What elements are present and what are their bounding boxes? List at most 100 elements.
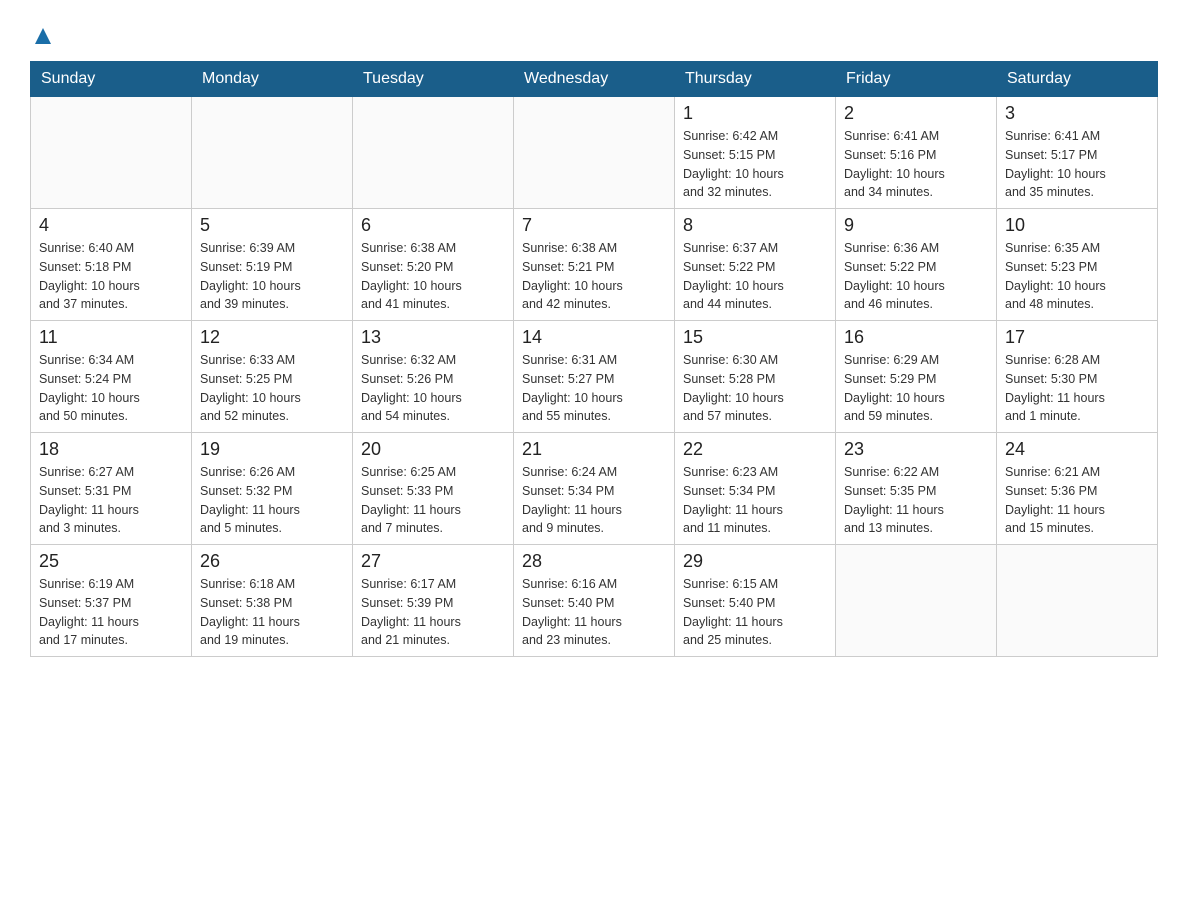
header-friday: Friday <box>836 62 997 97</box>
day-info: Sunrise: 6:42 AM Sunset: 5:15 PM Dayligh… <box>683 127 827 202</box>
day-number: 2 <box>844 103 988 124</box>
day-number: 20 <box>361 439 505 460</box>
calendar-cell: 9Sunrise: 6:36 AM Sunset: 5:22 PM Daylig… <box>836 209 997 321</box>
day-number: 7 <box>522 215 666 236</box>
calendar-cell: 27 Sunrise: 6:17 AM Sunset: 5:39 PM Dayli… <box>353 545 514 657</box>
calendar-week-row: 18 Sunrise: 6:27 AM Sunset: 5:31 PM Dayli… <box>31 433 1158 545</box>
calendar-cell <box>997 545 1158 657</box>
day-info: Sunrise: 6:38 AM Sunset: 5:20 PM Dayligh… <box>361 239 505 314</box>
day-number: 27 <box>361 551 505 572</box>
calendar-week-row: 11 Sunrise: 6:34 AM Sunset: 5:24 PM Dayli… <box>31 321 1158 433</box>
day-number: 11 <box>39 327 183 348</box>
day-info: Sunrise: 6:16 AM Sunset: 5:40 PM Dayligh… <box>522 575 666 650</box>
day-info: Sunrise: 6:19 AM Sunset: 5:37 PM Dayligh… <box>39 575 183 650</box>
day-info: Sunrise: 6:29 AM Sunset: 5:29 PM Dayligh… <box>844 351 988 426</box>
day-info: Sunrise: 6:31 AM Sunset: 5:27 PM Dayligh… <box>522 351 666 426</box>
calendar-cell: 6 Sunrise: 6:38 AM Sunset: 5:20 PM Daylig… <box>353 209 514 321</box>
day-info: Sunrise: 6:17 AM Sunset: 5:39 PM Dayligh… <box>361 575 505 650</box>
day-number: 18 <box>39 439 183 460</box>
day-number: 12 <box>200 327 344 348</box>
day-number: 13 <box>361 327 505 348</box>
day-info: Sunrise: 6:35 AM Sunset: 5:23 PM Dayligh… <box>1005 239 1149 314</box>
day-number: 6 <box>361 215 505 236</box>
calendar-cell: 7 Sunrise: 6:38 AM Sunset: 5:21 PM Daylig… <box>514 209 675 321</box>
day-info: Sunrise: 6:21 AM Sunset: 5:36 PM Dayligh… <box>1005 463 1149 538</box>
logo-triangle-icon <box>33 26 53 46</box>
day-info: Sunrise: 6:27 AM Sunset: 5:31 PM Dayligh… <box>39 463 183 538</box>
day-number: 9 <box>844 215 988 236</box>
day-number: 16 <box>844 327 988 348</box>
day-info: Sunrise: 6:37 AM Sunset: 5:22 PM Dayligh… <box>683 239 827 314</box>
calendar-cell: 15 Sunrise: 6:30 AM Sunset: 5:28 PM Dayli… <box>675 321 836 433</box>
day-number: 19 <box>200 439 344 460</box>
day-info: Sunrise: 6:30 AM Sunset: 5:28 PM Dayligh… <box>683 351 827 426</box>
day-info: Sunrise: 6:18 AM Sunset: 5:38 PM Dayligh… <box>200 575 344 650</box>
calendar-cell: 25 Sunrise: 6:19 AM Sunset: 5:37 PM Dayli… <box>31 545 192 657</box>
header-monday: Monday <box>192 62 353 97</box>
day-info: Sunrise: 6:34 AM Sunset: 5:24 PM Dayligh… <box>39 351 183 426</box>
day-number: 29 <box>683 551 827 572</box>
day-number: 22 <box>683 439 827 460</box>
day-number: 23 <box>844 439 988 460</box>
calendar-cell: 10Sunrise: 6:35 AM Sunset: 5:23 PM Dayli… <box>997 209 1158 321</box>
day-info: Sunrise: 6:25 AM Sunset: 5:33 PM Dayligh… <box>361 463 505 538</box>
header-wednesday: Wednesday <box>514 62 675 97</box>
day-info: Sunrise: 6:39 AM Sunset: 5:19 PM Dayligh… <box>200 239 344 314</box>
calendar-week-row: 4 Sunrise: 6:40 AM Sunset: 5:18 PM Daylig… <box>31 209 1158 321</box>
day-info: Sunrise: 6:28 AM Sunset: 5:30 PM Dayligh… <box>1005 351 1149 426</box>
calendar-cell: 28 Sunrise: 6:16 AM Sunset: 5:40 PM Dayli… <box>514 545 675 657</box>
calendar-cell <box>192 97 353 209</box>
day-number: 1 <box>683 103 827 124</box>
calendar-cell: 21Sunrise: 6:24 AM Sunset: 5:34 PM Dayli… <box>514 433 675 545</box>
day-number: 24 <box>1005 439 1149 460</box>
calendar-cell: 3 Sunrise: 6:41 AM Sunset: 5:17 PM Daylig… <box>997 97 1158 209</box>
day-info: Sunrise: 6:33 AM Sunset: 5:25 PM Dayligh… <box>200 351 344 426</box>
day-number: 4 <box>39 215 183 236</box>
day-number: 5 <box>200 215 344 236</box>
calendar-cell: 19 Sunrise: 6:26 AM Sunset: 5:32 PM Dayli… <box>192 433 353 545</box>
day-number: 14 <box>522 327 666 348</box>
calendar-cell <box>353 97 514 209</box>
day-info: Sunrise: 6:23 AM Sunset: 5:34 PM Dayligh… <box>683 463 827 538</box>
calendar-cell: 16 Sunrise: 6:29 AM Sunset: 5:29 PM Dayli… <box>836 321 997 433</box>
day-number: 25 <box>39 551 183 572</box>
day-info: Sunrise: 6:32 AM Sunset: 5:26 PM Dayligh… <box>361 351 505 426</box>
day-info: Sunrise: 6:41 AM Sunset: 5:17 PM Dayligh… <box>1005 127 1149 202</box>
calendar-cell: 24 Sunrise: 6:21 AM Sunset: 5:36 PM Dayli… <box>997 433 1158 545</box>
day-number: 28 <box>522 551 666 572</box>
calendar-cell: 29Sunrise: 6:15 AM Sunset: 5:40 PM Dayli… <box>675 545 836 657</box>
calendar-cell: 13 Sunrise: 6:32 AM Sunset: 5:26 PM Dayli… <box>353 321 514 433</box>
day-info: Sunrise: 6:38 AM Sunset: 5:21 PM Dayligh… <box>522 239 666 314</box>
calendar-week-row: 1 Sunrise: 6:42 AM Sunset: 5:15 PM Daylig… <box>31 97 1158 209</box>
calendar-cell: 18 Sunrise: 6:27 AM Sunset: 5:31 PM Dayli… <box>31 433 192 545</box>
day-info: Sunrise: 6:26 AM Sunset: 5:32 PM Dayligh… <box>200 463 344 538</box>
day-number: 15 <box>683 327 827 348</box>
day-info: Sunrise: 6:40 AM Sunset: 5:18 PM Dayligh… <box>39 239 183 314</box>
header-thursday: Thursday <box>675 62 836 97</box>
page-header <box>30 20 1158 51</box>
calendar-cell: 11 Sunrise: 6:34 AM Sunset: 5:24 PM Dayli… <box>31 321 192 433</box>
header-sunday: Sunday <box>31 62 192 97</box>
calendar-cell: 8Sunrise: 6:37 AM Sunset: 5:22 PM Daylig… <box>675 209 836 321</box>
day-number: 17 <box>1005 327 1149 348</box>
calendar-cell <box>31 97 192 209</box>
calendar-cell: 5 Sunrise: 6:39 AM Sunset: 5:19 PM Daylig… <box>192 209 353 321</box>
calendar-cell: 1 Sunrise: 6:42 AM Sunset: 5:15 PM Daylig… <box>675 97 836 209</box>
calendar-cell: 20 Sunrise: 6:25 AM Sunset: 5:33 PM Dayli… <box>353 433 514 545</box>
day-info: Sunrise: 6:24 AM Sunset: 5:34 PM Dayligh… <box>522 463 666 538</box>
calendar-cell <box>514 97 675 209</box>
logo <box>30 20 53 51</box>
header-saturday: Saturday <box>997 62 1158 97</box>
day-info: Sunrise: 6:41 AM Sunset: 5:16 PM Dayligh… <box>844 127 988 202</box>
calendar-cell: 22 Sunrise: 6:23 AM Sunset: 5:34 PM Dayli… <box>675 433 836 545</box>
calendar-cell: 23Sunrise: 6:22 AM Sunset: 5:35 PM Dayli… <box>836 433 997 545</box>
calendar-cell: 4 Sunrise: 6:40 AM Sunset: 5:18 PM Daylig… <box>31 209 192 321</box>
day-number: 26 <box>200 551 344 572</box>
calendar-cell: 2 Sunrise: 6:41 AM Sunset: 5:16 PM Daylig… <box>836 97 997 209</box>
calendar-cell <box>836 545 997 657</box>
calendar-cell: 14 Sunrise: 6:31 AM Sunset: 5:27 PM Dayli… <box>514 321 675 433</box>
day-number: 3 <box>1005 103 1149 124</box>
calendar-cell: 17 Sunrise: 6:28 AM Sunset: 5:30 PM Dayli… <box>997 321 1158 433</box>
calendar-header-row: SundayMondayTuesdayWednesdayThursdayFrid… <box>31 62 1158 97</box>
calendar-week-row: 25 Sunrise: 6:19 AM Sunset: 5:37 PM Dayli… <box>31 545 1158 657</box>
